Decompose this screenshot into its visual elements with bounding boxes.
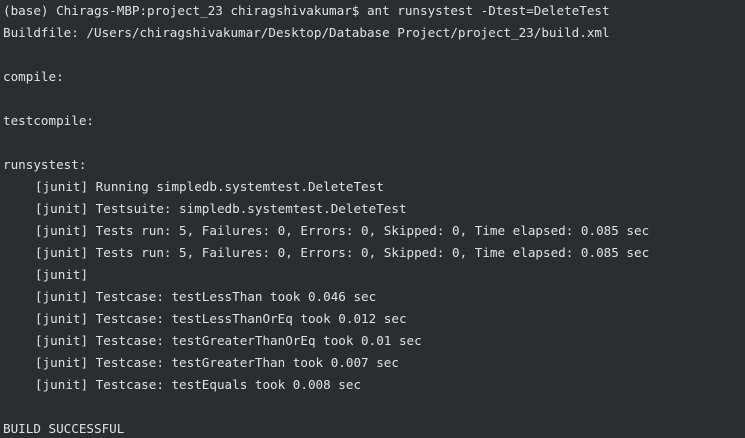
build-status-line: BUILD SUCCESSFUL bbox=[3, 421, 125, 436]
testcompile-target-line: testcompile: bbox=[3, 113, 94, 128]
junit-testcase-line: [junit] Testcase: testGreaterThanOrEq to… bbox=[35, 333, 422, 348]
buildfile-line: Buildfile: /Users/chiragshivakumar/Deskt… bbox=[3, 25, 610, 40]
runsystest-target-line: runsystest: bbox=[3, 157, 87, 172]
junit-testsuite-line: [junit] Testsuite: simpledb.systemtest.D… bbox=[35, 201, 407, 216]
junit-tests-run-line: [junit] Tests run: 5, Failures: 0, Error… bbox=[35, 223, 650, 238]
junit-tests-run-line: [junit] Tests run: 5, Failures: 0, Error… bbox=[35, 245, 650, 260]
junit-testcase-line: [junit] Testcase: testGreaterThan took 0… bbox=[35, 355, 399, 370]
terminal-output[interactable]: (base) Chirags-MBP:project_23 chiragshiv… bbox=[0, 0, 745, 438]
compile-target-line: compile: bbox=[3, 69, 64, 84]
command-prompt-line: (base) Chirags-MBP:project_23 chiragshiv… bbox=[3, 3, 610, 18]
junit-empty-line: [junit] bbox=[35, 267, 89, 282]
junit-testcase-line: [junit] Testcase: testEquals took 0.008 … bbox=[35, 377, 362, 392]
junit-running-line: [junit] Running simpledb.systemtest.Dele… bbox=[35, 179, 384, 194]
junit-testcase-line: [junit] Testcase: testLessThanOrEq took … bbox=[35, 311, 407, 326]
junit-testcase-line: [junit] Testcase: testLessThan took 0.04… bbox=[35, 289, 377, 304]
